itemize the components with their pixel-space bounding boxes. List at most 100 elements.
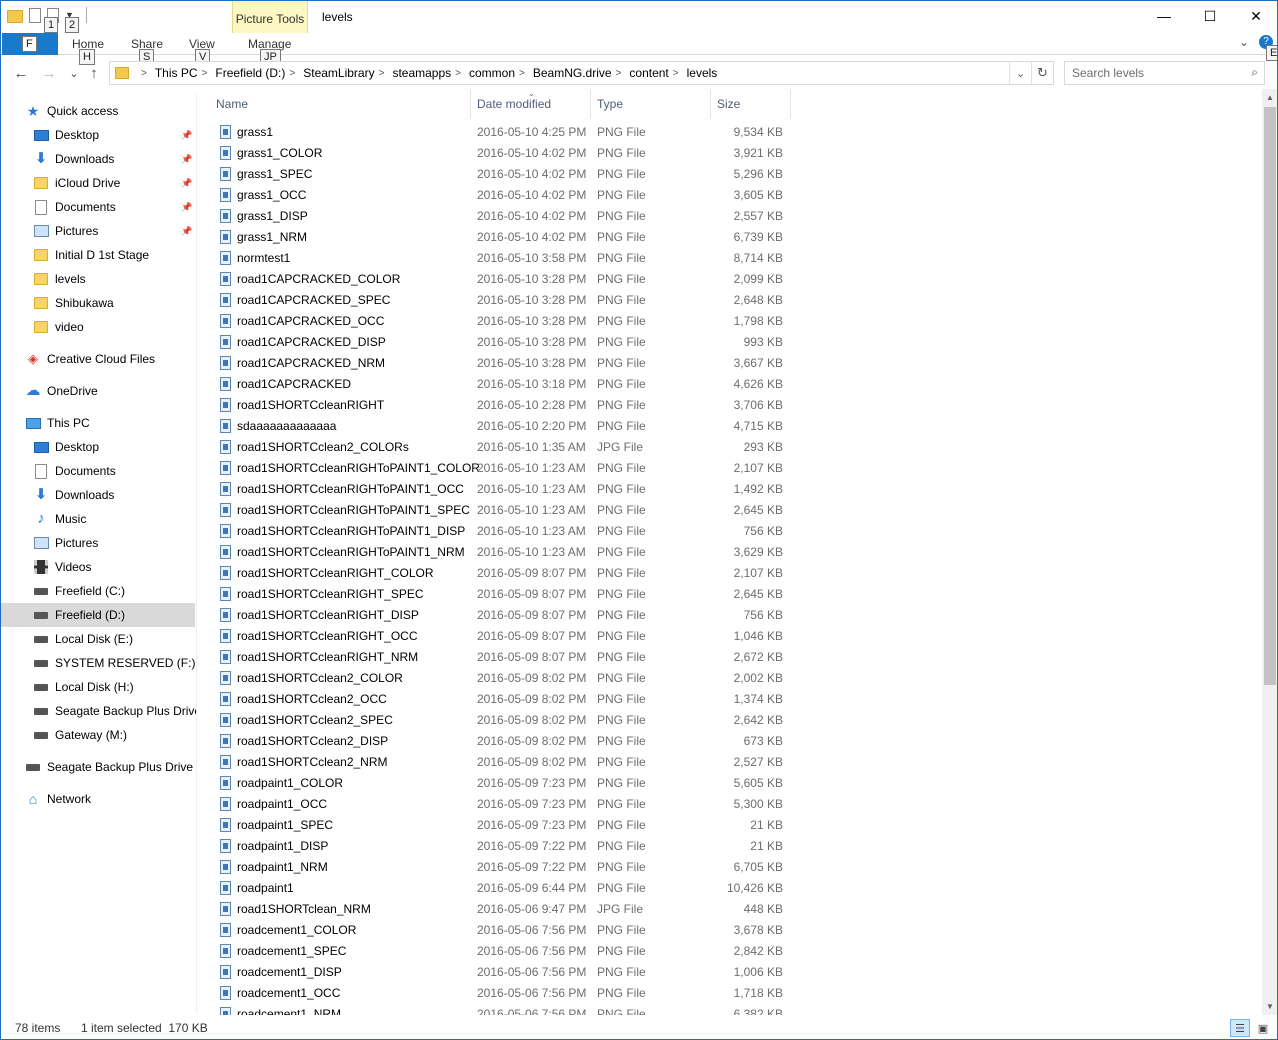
sidebar-item[interactable]: Gateway (M:): [1, 723, 195, 747]
sidebar-item[interactable]: Documents: [1, 459, 195, 483]
breadcrumb-item[interactable]: levels: [687, 66, 718, 80]
file-row[interactable]: roadpaint1_NRM 2016-05-09 7:22 PM PNG File…: [216, 857, 796, 878]
column-divider[interactable]: [590, 89, 591, 119]
file-row[interactable]: road1SHORTCclean2_COLOR 2016-05-09 8:02 P…: [216, 668, 796, 689]
column-divider[interactable]: [470, 89, 471, 119]
breadcrumb-item[interactable]: Freefield (D:) >: [215, 66, 303, 80]
file-row[interactable]: normtest1 2016-05-10 3:58 PM PNG File 8,714…: [216, 248, 796, 269]
file-row[interactable]: road1SHORTCclean2_OCC 2016-05-09 8:02 PM P…: [216, 689, 796, 710]
file-row[interactable]: roadpaint1_SPEC 2016-05-09 7:23 PM PNG Fil…: [216, 815, 796, 836]
file-row[interactable]: grass1 2016-05-10 4:25 PM PNG File 9,534 KB: [216, 122, 796, 143]
file-row[interactable]: grass1_DISP 2016-05-10 4:02 PM PNG File 2,5…: [216, 206, 796, 227]
file-row[interactable]: roadcement1_NRM 2016-05-06 7:56 PM PNG Fil…: [216, 1004, 796, 1015]
sidebar-item[interactable]: ⬇ Downloads: [1, 483, 195, 507]
file-row[interactable]: road1SHORTCcleanRIGHToPAINT1_NRM 2016-05-…: [216, 542, 796, 563]
breadcrumb-separator[interactable]: >: [137, 68, 155, 79]
large-icons-view-icon[interactable]: ▣: [1253, 1019, 1273, 1037]
breadcrumb-item[interactable]: content >: [629, 66, 686, 80]
file-row[interactable]: roadcement1_DISP 2016-05-06 7:56 PM PNG Fi…: [216, 962, 796, 983]
file-row[interactable]: road1CAPCRACKED 2016-05-10 3:18 PM PNG Fil…: [216, 374, 796, 395]
file-row[interactable]: road1SHORTCcleanRIGHT_COLOR 2016-05-09 8:…: [216, 563, 796, 584]
sidebar-item[interactable]: Pictures 📌: [1, 219, 195, 243]
file-row[interactable]: road1CAPCRACKED_COLOR 2016-05-10 3:28 PM P…: [216, 269, 796, 290]
file-row[interactable]: roadpaint1_DISP 2016-05-09 7:22 PM PNG Fil…: [216, 836, 796, 857]
file-row[interactable]: road1SHORTclean_NRM 2016-05-06 9:47 PM JPG…: [216, 899, 796, 920]
file-row[interactable]: road1SHORTCclean2_SPEC 2016-05-09 8:02 PM…: [216, 710, 796, 731]
search-input[interactable]: [1072, 66, 1242, 80]
sidebar-item[interactable]: Videos: [1, 555, 195, 579]
sidebar-item[interactable]: Seagate Backup Plus Drive (I: [1, 755, 196, 779]
breadcrumb-item[interactable]: This PC >: [155, 66, 216, 80]
breadcrumb-item[interactable]: SteamLibrary >: [303, 66, 392, 80]
sidebar-item[interactable]: ◈ Creative Cloud Files: [1, 347, 195, 371]
file-row[interactable]: sdaaaaaaaaaaaaa 2016-05-10 2:20 PM PNG Fil…: [216, 416, 796, 437]
file-row[interactable]: grass1_NRM 2016-05-10 4:02 PM PNG File 6,73…: [216, 227, 796, 248]
column-header-name[interactable]: Name: [216, 97, 248, 111]
sidebar-item[interactable]: Documents 📌: [1, 195, 195, 219]
file-row[interactable]: road1SHORTCclean2_NRM 2016-05-09 8:02 PM P…: [216, 752, 796, 773]
details-view-icon[interactable]: ☰: [1230, 1019, 1250, 1037]
expand-ribbon-icon[interactable]: ⌄: [1239, 35, 1249, 49]
search-icon[interactable]: ⌕: [1251, 65, 1258, 80]
sidebar-item[interactable]: This PC: [1, 411, 195, 435]
sidebar-item[interactable]: levels: [1, 267, 195, 291]
properties-icon[interactable]: [29, 7, 41, 23]
sidebar-item[interactable]: Pictures: [1, 531, 195, 555]
scroll-down-arrow-icon[interactable]: ▼: [1262, 998, 1277, 1015]
sidebar-item[interactable]: Local Disk (E:): [1, 627, 195, 651]
vertical-scrollbar[interactable]: ▲ ▼: [1262, 89, 1277, 1015]
column-header-size[interactable]: Size: [717, 97, 740, 111]
scrollbar-thumb[interactable]: [1264, 107, 1276, 685]
column-divider[interactable]: [790, 89, 791, 119]
address-dropdown-icon[interactable]: ⌄: [1009, 62, 1031, 84]
sidebar-item[interactable]: Freefield (D:): [1, 603, 195, 627]
refresh-icon[interactable]: ↻: [1031, 62, 1053, 84]
sidebar-item[interactable]: ⬇ Downloads 📌: [1, 147, 195, 171]
sidebar-item[interactable]: Shibukawa: [1, 291, 195, 315]
breadcrumb-item[interactable]: steamapps >: [392, 66, 469, 80]
sidebar-item[interactable]: ☁ OneDrive: [1, 379, 195, 403]
recent-locations-button[interactable]: ⌄: [64, 63, 84, 83]
sidebar-item[interactable]: Initial D 1st Stage: [1, 243, 195, 267]
file-row[interactable]: road1SHORTCcleanRIGHT_SPEC 2016-05-09 8:0…: [216, 584, 796, 605]
file-row[interactable]: roadpaint1 2016-05-09 6:44 PM PNG File 10,4…: [216, 878, 796, 899]
address-bar[interactable]: > This PC > Freefield (D:) > SteamLibrary >…: [109, 61, 1054, 85]
file-row[interactable]: grass1_OCC 2016-05-10 4:02 PM PNG File 3,60…: [216, 185, 796, 206]
file-row[interactable]: road1SHORTCcleanRIGHT_OCC 2016-05-09 8:07…: [216, 626, 796, 647]
forward-button[interactable]: →: [39, 63, 59, 83]
file-row[interactable]: grass1_SPEC 2016-05-10 4:02 PM PNG File 5,2…: [216, 164, 796, 185]
file-row[interactable]: road1SHORTCclean2_COLORs 2016-05-10 1:35 …: [216, 437, 796, 458]
file-row[interactable]: roadcement1_SPEC 2016-05-06 7:56 PM PNG Fi…: [216, 941, 796, 962]
sidebar-item[interactable]: Local Disk (H:): [1, 675, 195, 699]
file-row[interactable]: roadpaint1_OCC 2016-05-09 7:23 PM PNG File…: [216, 794, 796, 815]
breadcrumb-item[interactable]: common >: [469, 66, 533, 80]
minimize-button[interactable]: —: [1141, 1, 1187, 31]
file-row[interactable]: road1SHORTCcleanRIGHToPAINT1_OCC 2016-05-…: [216, 479, 796, 500]
file-row[interactable]: road1CAPCRACKED_SPEC 2016-05-10 3:28 PM PN…: [216, 290, 796, 311]
maximize-button[interactable]: ☐: [1187, 1, 1233, 31]
file-row[interactable]: road1SHORTCcleanRIGHToPAINT1_COLOR 2016-0…: [216, 458, 796, 479]
file-row[interactable]: road1SHORTCcleanRIGHT 2016-05-10 2:28 PM P…: [216, 395, 796, 416]
close-button[interactable]: ✕: [1233, 1, 1277, 31]
sidebar-item[interactable]: Freefield (C:): [1, 579, 195, 603]
file-tab[interactable]: F: [2, 33, 58, 55]
column-divider[interactable]: [710, 89, 711, 119]
search-box[interactable]: ⌕: [1064, 61, 1265, 85]
sidebar-item[interactable]: Desktop: [1, 435, 195, 459]
file-row[interactable]: road1SHORTCcleanRIGHT_NRM 2016-05-09 8:07…: [216, 647, 796, 668]
file-row[interactable]: road1SHORTCcleanRIGHToPAINT1_DISP 2016-05…: [216, 521, 796, 542]
file-row[interactable]: road1SHORTCcleanRIGHToPAINT1_SPEC 2016-05…: [216, 500, 796, 521]
sidebar-item[interactable]: iCloud Drive 📌: [1, 171, 195, 195]
file-row[interactable]: road1CAPCRACKED_DISP 2016-05-10 3:28 PM PN…: [216, 332, 796, 353]
file-row[interactable]: road1SHORTCcleanRIGHT_DISP 2016-05-09 8:0…: [216, 605, 796, 626]
sidebar-item[interactable]: ⌂ Network: [1, 787, 195, 811]
breadcrumb-item[interactable]: BeamNG.drive >: [533, 66, 630, 80]
file-row[interactable]: grass1_COLOR 2016-05-10 4:02 PM PNG File 3,…: [216, 143, 796, 164]
sidebar-item[interactable]: ★ Quick access: [1, 99, 195, 123]
file-row[interactable]: roadcement1_OCC 2016-05-06 7:56 PM PNG Fil…: [216, 983, 796, 1004]
back-button[interactable]: ←: [11, 63, 31, 83]
sidebar-item[interactable]: SYSTEM RESERVED (F:): [1, 651, 195, 675]
column-header-type[interactable]: Type: [597, 97, 623, 111]
file-row[interactable]: road1SHORTCclean2_DISP 2016-05-09 8:02 PM…: [216, 731, 796, 752]
sidebar-item[interactable]: video: [1, 315, 195, 339]
